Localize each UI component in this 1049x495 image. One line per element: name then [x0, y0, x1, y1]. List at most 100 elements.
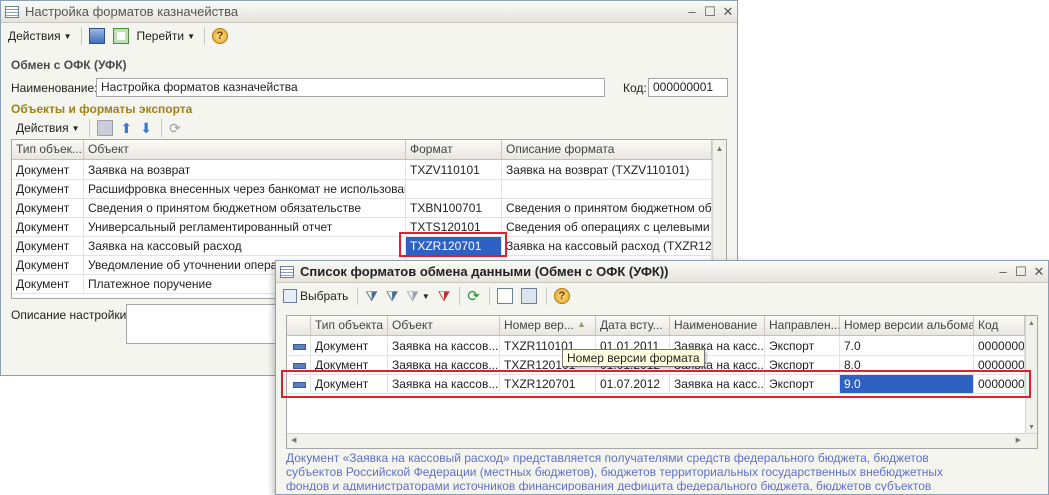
- table-actions-button[interactable]: Действия ▼: [13, 118, 83, 138]
- maximize-icon[interactable]: ☐: [1012, 264, 1030, 280]
- table-row[interactable]: Документ Заявка на возврат TXZV110101 За…: [12, 161, 712, 180]
- scroll-up-icon[interactable]: ▲: [1026, 316, 1037, 327]
- refresh-record-button[interactable]: [110, 26, 132, 46]
- hierarchy-button[interactable]: [494, 286, 516, 306]
- highlight-frame-format: [399, 232, 507, 257]
- toolbar-divider: [488, 287, 490, 305]
- scroll-right-icon[interactable]: ▶: [1016, 436, 1021, 444]
- column-header[interactable]: Наименование: [670, 316, 765, 335]
- print-icon: [520, 288, 537, 304]
- document-row-icon: [293, 343, 306, 350]
- clear-filter-icon: ⧩: [437, 287, 451, 304]
- cell-format: [406, 180, 502, 198]
- actions-menu-button[interactable]: Действия ▼: [5, 26, 75, 46]
- cell-type: Документ: [12, 256, 84, 274]
- table-horizontal-scrollbar[interactable]: ◀ ▶: [287, 433, 1037, 448]
- cell-type: Документ: [12, 180, 84, 198]
- scroll-down-icon[interactable]: ▼: [1026, 424, 1037, 431]
- column-header[interactable]: Объект: [388, 316, 500, 335]
- select-icon: [283, 289, 297, 303]
- settings-description-input[interactable]: [126, 304, 279, 344]
- post-and-close-button[interactable]: [86, 26, 108, 46]
- back-toolbar: Действия ▼ Перейти ▼ ?: [1, 24, 737, 48]
- refresh-button[interactable]: ⟳: [166, 118, 184, 138]
- back-window-title: Настройка форматов казначейства: [25, 4, 239, 19]
- cell-object: Заявка на кассов...: [388, 337, 500, 355]
- close-icon[interactable]: ✕: [719, 4, 737, 20]
- save-row-button[interactable]: [94, 118, 116, 138]
- cell-object: Сведения о принятом бюджетном обязательс…: [84, 199, 406, 217]
- cell-format-description: [502, 180, 712, 198]
- sort-icon: ▲: [577, 319, 586, 329]
- maximize-icon[interactable]: ☐: [701, 4, 719, 20]
- cell-format: TXZV110101: [406, 161, 502, 179]
- column-header[interactable]: Формат: [406, 140, 502, 159]
- close-icon[interactable]: ✕: [1030, 264, 1048, 280]
- arrow-up-icon: ⬆: [120, 119, 133, 136]
- section-title: Обмен с ОФК (УФК): [11, 58, 127, 72]
- cell-format-description: Сведения о принятом бюджетном об...: [502, 199, 712, 217]
- filter-settings-button[interactable]: ⧩: [383, 286, 402, 306]
- refresh-list-button[interactable]: ⟳: [464, 286, 483, 306]
- minimize-icon[interactable]: –: [683, 4, 701, 19]
- cell-type: Документ: [12, 237, 84, 255]
- move-down-button[interactable]: ⬇: [137, 118, 155, 138]
- window-icon: [280, 265, 294, 278]
- select-button[interactable]: Выбрать: [280, 286, 351, 306]
- refresh-icon: ⟳: [467, 288, 480, 305]
- highlight-frame-row: [281, 370, 1031, 398]
- cell-code: 000000017: [974, 337, 1025, 355]
- settings-description-label: Описание настройки:: [11, 308, 130, 322]
- move-up-button[interactable]: ⬆: [118, 118, 136, 138]
- refresh-icon: ⟳: [168, 119, 181, 136]
- column-header[interactable]: Номер версии альбома: [840, 316, 974, 335]
- name-label: Наименование:: [11, 81, 98, 95]
- filter-history-icon: ⧩: [406, 287, 419, 304]
- cell-direction: Экспорт: [765, 337, 840, 355]
- table-actions-label: Действия: [16, 121, 69, 135]
- front-window-titlebar[interactable]: Список форматов обмена данными (Обмен с …: [276, 261, 1048, 283]
- cell-format-description: Заявка на возврат (TXZV110101): [502, 161, 712, 179]
- front-toolbar: Выбрать ⧩ ⧩ ⧩ ▼ ⧩ ⟳ ?: [276, 284, 1048, 308]
- name-input[interactable]: Настройка форматов казначейства: [96, 78, 605, 97]
- code-label: Код:: [623, 81, 647, 95]
- chevron-down-icon: ▼: [71, 123, 80, 133]
- column-header[interactable]: Объект: [84, 140, 406, 159]
- table-header: Тип объек... Объект Формат Описание форм…: [12, 140, 712, 160]
- table-row[interactable]: Документ Заявка на кассовый расход TXZR1…: [12, 237, 712, 256]
- cell-format-description: Сведения об операциях с целевыми ...: [502, 218, 712, 236]
- print-button[interactable]: [518, 286, 540, 306]
- help-button[interactable]: ?: [209, 26, 231, 46]
- go-label: Перейти: [136, 29, 185, 43]
- clear-filter-button[interactable]: ⧩: [435, 286, 454, 306]
- toolbar-divider: [545, 287, 547, 305]
- table-row[interactable]: Документ Универсальный регламентированны…: [12, 218, 712, 237]
- column-header[interactable]: Тип объек...: [12, 140, 84, 159]
- minimize-icon[interactable]: –: [994, 264, 1012, 279]
- help-button[interactable]: ?: [551, 286, 573, 306]
- column-header: [287, 316, 311, 335]
- cell-format: TXBN100701: [406, 199, 502, 217]
- toolbar-divider: [80, 27, 82, 45]
- go-menu-button[interactable]: Перейти ▼: [134, 26, 198, 46]
- description-line-1: Документ «Заявка на кассовый расход» пре…: [286, 451, 929, 465]
- filter-by-value-button[interactable]: ⧩: [362, 286, 381, 306]
- group-title: Объекты и форматы экспорта: [11, 102, 193, 116]
- table-header: Тип объекта Объект Номер вер... Дата вст…: [287, 316, 1025, 336]
- table-row[interactable]: Документ Сведения о принятом бюджетном о…: [12, 199, 712, 218]
- column-header[interactable]: Направлен...: [765, 316, 840, 335]
- back-window-titlebar[interactable]: Настройка форматов казначейства – ☐ ✕: [1, 1, 737, 23]
- column-header[interactable]: Дата всту...: [596, 316, 670, 335]
- filter-history-button[interactable]: ⧩ ▼: [403, 286, 432, 306]
- scroll-left-icon[interactable]: ◀: [291, 436, 296, 444]
- chevron-down-icon: ▼: [187, 31, 195, 41]
- cell-type: Документ: [311, 337, 388, 355]
- column-header[interactable]: Тип объекта: [311, 316, 388, 335]
- code-input[interactable]: 000000001: [648, 78, 728, 97]
- table-row[interactable]: Документ Расшифровка внесенных через бан…: [12, 180, 712, 199]
- hierarchy-icon: [496, 288, 513, 304]
- cell-object: Расшифровка внесенных через банкомат не …: [84, 180, 406, 198]
- scroll-up-icon[interactable]: ▲: [713, 140, 726, 153]
- column-header[interactable]: Описание формата: [502, 140, 712, 159]
- column-header[interactable]: Код: [974, 316, 1025, 335]
